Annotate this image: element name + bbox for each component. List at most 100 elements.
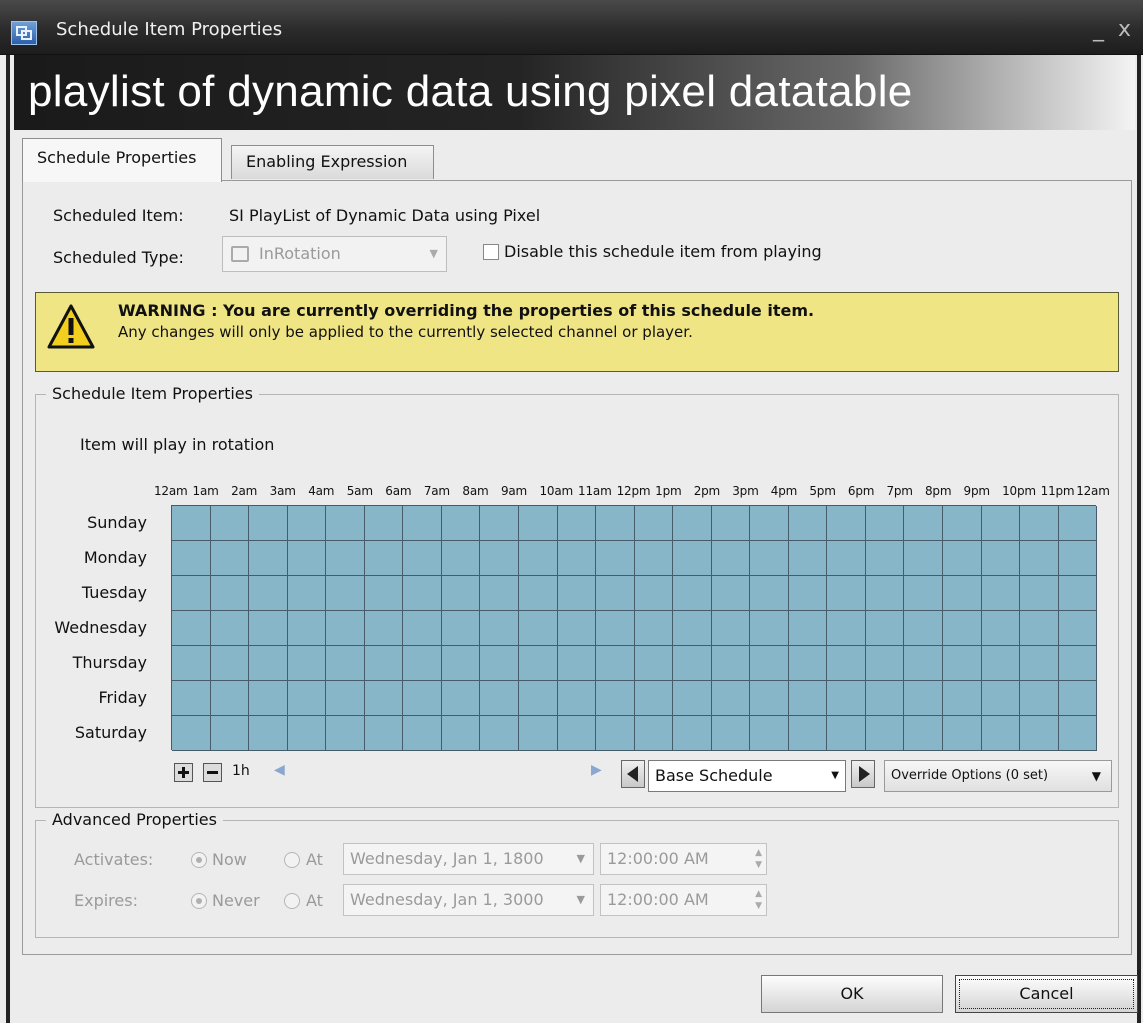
schedule-cell[interactable] [827, 506, 866, 541]
scheduled-type-select[interactable]: InRotation ▼ [222, 236, 447, 272]
schedule-cell[interactable] [249, 506, 288, 541]
schedule-cell[interactable] [712, 541, 750, 576]
schedule-cell[interactable] [866, 646, 904, 681]
schedule-cell[interactable] [558, 681, 596, 716]
schedule-cell[interactable] [673, 576, 712, 611]
schedule-cell[interactable] [712, 681, 750, 716]
schedule-cell[interactable] [1059, 716, 1097, 751]
schedule-cell[interactable] [288, 611, 326, 646]
schedule-cell[interactable] [827, 611, 866, 646]
schedule-cell[interactable] [172, 716, 211, 751]
schedule-cell[interactable] [789, 576, 827, 611]
schedule-cell[interactable] [558, 576, 596, 611]
schedule-cell[interactable] [172, 646, 211, 681]
schedule-cell[interactable] [673, 541, 712, 576]
activates-time-spinner[interactable]: 12:00:00 AM ▲ ▼ [600, 843, 767, 875]
schedule-select[interactable]: Base Schedule ▼ [648, 760, 846, 792]
schedule-cell[interactable] [211, 681, 249, 716]
schedule-cell[interactable] [172, 576, 211, 611]
schedule-cell[interactable] [480, 506, 519, 541]
schedule-cell[interactable] [403, 506, 442, 541]
schedule-cell[interactable] [442, 716, 480, 751]
schedule-cell[interactable] [1059, 506, 1097, 541]
schedule-cell[interactable] [673, 681, 712, 716]
schedule-cell[interactable] [211, 506, 249, 541]
schedule-cell[interactable] [365, 541, 403, 576]
schedule-cell[interactable] [519, 611, 558, 646]
schedule-cell[interactable] [442, 646, 480, 681]
schedule-cell[interactable] [904, 541, 943, 576]
tab-schedule-properties[interactable]: Schedule Properties [22, 138, 222, 182]
activates-at-radio[interactable] [284, 852, 300, 868]
schedule-cell[interactable] [904, 506, 943, 541]
schedule-cell[interactable] [480, 541, 519, 576]
schedule-cell[interactable] [982, 576, 1020, 611]
schedule-cell[interactable] [442, 611, 480, 646]
schedule-cell[interactable] [249, 541, 288, 576]
schedule-cell[interactable] [326, 541, 365, 576]
schedule-cell[interactable] [982, 611, 1020, 646]
schedule-cell[interactable] [1059, 646, 1097, 681]
schedule-cell[interactable] [789, 681, 827, 716]
schedule-cell[interactable] [211, 611, 249, 646]
schedule-cell[interactable] [249, 681, 288, 716]
schedule-cell[interactable] [635, 681, 673, 716]
close-button[interactable]: x [1118, 17, 1131, 42]
schedule-cell[interactable] [673, 716, 712, 751]
schedule-cell[interactable] [326, 506, 365, 541]
schedule-cell[interactable] [249, 576, 288, 611]
schedule-cell[interactable] [365, 716, 403, 751]
schedule-cell[interactable] [480, 576, 519, 611]
schedule-cell[interactable] [750, 681, 789, 716]
schedule-cell[interactable] [904, 576, 943, 611]
schedule-cell[interactable] [172, 681, 211, 716]
schedule-cell[interactable] [750, 646, 789, 681]
schedule-cell[interactable] [249, 646, 288, 681]
schedule-cell[interactable] [442, 576, 480, 611]
schedule-cell[interactable] [403, 681, 442, 716]
schedule-cell[interactable] [558, 716, 596, 751]
schedule-cell[interactable] [750, 506, 789, 541]
schedule-cell[interactable] [866, 541, 904, 576]
schedule-cell[interactable] [982, 646, 1020, 681]
schedule-cell[interactable] [789, 541, 827, 576]
previous-schedule-button[interactable] [621, 760, 645, 788]
schedule-cell[interactable] [827, 541, 866, 576]
schedule-cell[interactable] [827, 716, 866, 751]
schedule-cell[interactable] [596, 716, 635, 751]
schedule-cell[interactable] [904, 716, 943, 751]
schedule-cell[interactable] [288, 541, 326, 576]
scroll-left-icon[interactable]: ◀ [274, 762, 285, 778]
expires-time-spinner[interactable]: 12:00:00 AM ▲ ▼ [600, 884, 767, 916]
schedule-cell[interactable] [172, 611, 211, 646]
schedule-cell[interactable] [673, 611, 712, 646]
schedule-cell[interactable] [635, 541, 673, 576]
schedule-cell[interactable] [1020, 681, 1059, 716]
schedule-cell[interactable] [288, 681, 326, 716]
schedule-cell[interactable] [365, 576, 403, 611]
schedule-cell[interactable] [1020, 576, 1059, 611]
schedule-cell[interactable] [480, 681, 519, 716]
schedule-cell[interactable] [712, 716, 750, 751]
schedule-cell[interactable] [866, 576, 904, 611]
schedule-cell[interactable] [288, 646, 326, 681]
schedule-cell[interactable] [558, 506, 596, 541]
schedule-cell[interactable] [982, 716, 1020, 751]
schedule-cell[interactable] [1020, 646, 1059, 681]
schedule-cell[interactable] [904, 646, 943, 681]
schedule-cell[interactable] [326, 681, 365, 716]
schedule-cell[interactable] [1059, 611, 1097, 646]
schedule-cell[interactable] [403, 541, 442, 576]
schedule-cell[interactable] [480, 611, 519, 646]
schedule-cell[interactable] [1020, 506, 1059, 541]
schedule-cell[interactable] [596, 611, 635, 646]
schedule-cell[interactable] [673, 506, 712, 541]
schedule-cell[interactable] [596, 576, 635, 611]
schedule-cell[interactable] [288, 716, 326, 751]
schedule-cell[interactable] [519, 541, 558, 576]
schedule-cell[interactable] [712, 576, 750, 611]
schedule-cell[interactable] [326, 611, 365, 646]
schedule-cell[interactable] [866, 681, 904, 716]
schedule-cell[interactable] [403, 646, 442, 681]
minimize-button[interactable]: _ [1093, 17, 1104, 42]
